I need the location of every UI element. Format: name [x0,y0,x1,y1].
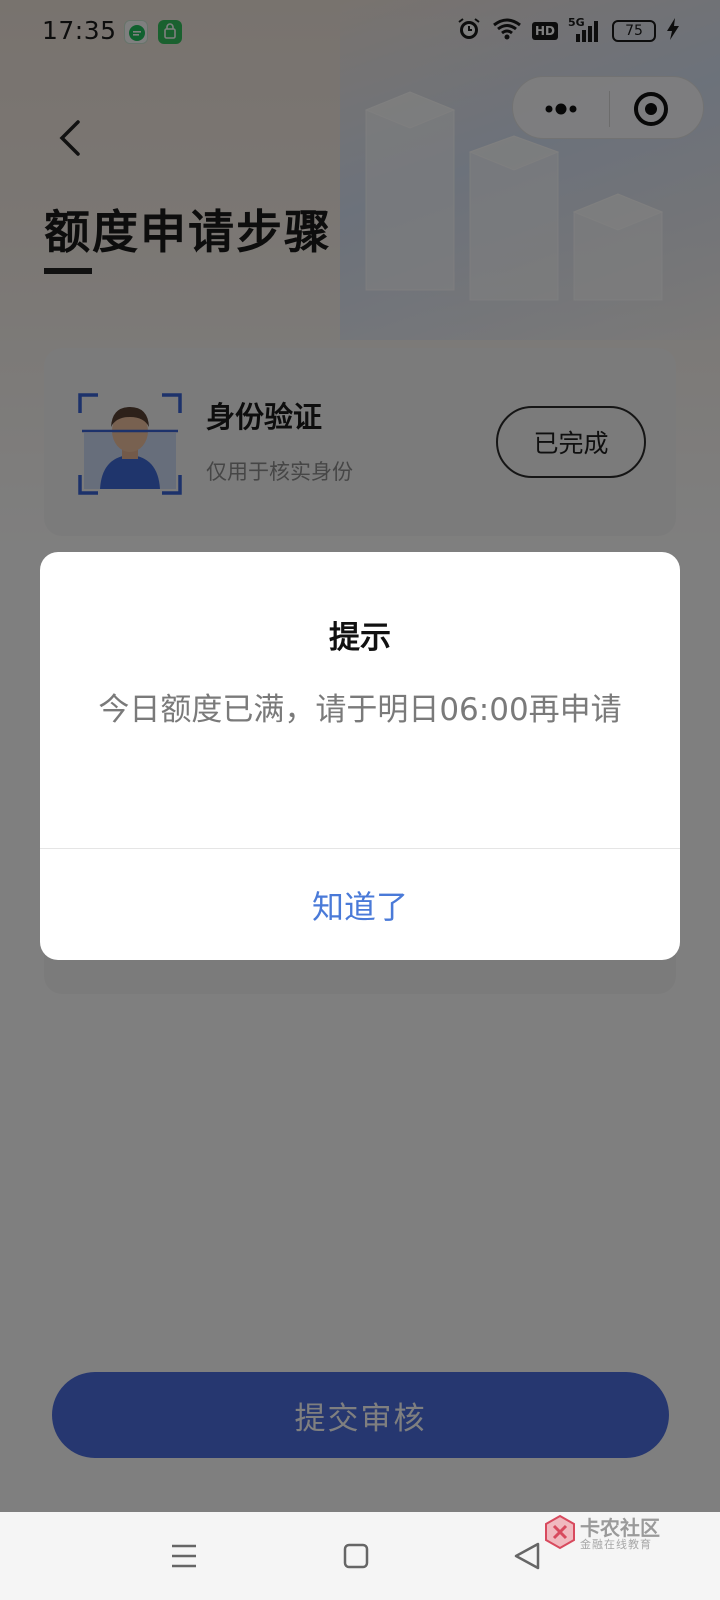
watermark-subtitle: 金融在线教育 [580,1538,652,1551]
dialog-message: 今日额度已满，请于明日06:00再申请 [98,692,622,728]
home-nav-icon[interactable] [336,1536,376,1576]
application-page: 17:35 HD 5G 75 [0,0,720,1512]
dialog-title: 提示 [329,620,391,656]
menu-nav-icon[interactable] [164,1536,204,1576]
dialog-confirm-button[interactable]: 知道了 [40,849,680,960]
alert-dialog: 提示 今日额度已满，请于明日06:00再申请 知道了 [40,552,680,960]
